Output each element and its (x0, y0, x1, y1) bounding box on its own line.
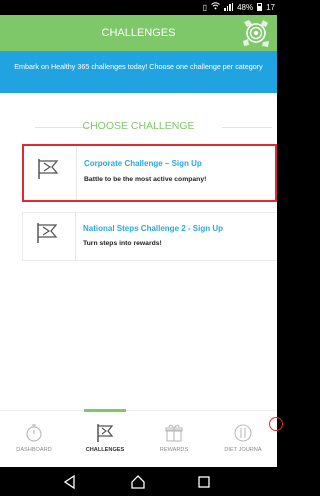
back-icon[interactable] (62, 474, 78, 490)
vibrate-icon: ▯ (202, 2, 208, 12)
battery-percent: 48% (237, 2, 254, 12)
challenge-card-corporate[interactable]: Corporate Challenge – Sign Up Battle to … (22, 144, 277, 202)
card-divider (76, 146, 77, 200)
home-icon[interactable] (130, 474, 146, 490)
card-divider (75, 213, 76, 260)
battery-icon (257, 3, 263, 11)
healthy-365-logo (241, 17, 271, 49)
tab-label: DASHBOARD (16, 447, 52, 453)
app-header: CHALLENGES (0, 15, 277, 51)
tab-label: DIET JOURNA (224, 447, 262, 453)
gift-icon (164, 423, 184, 443)
notification-badge (269, 417, 283, 431)
tab-challenges[interactable]: CHALLENGES (71, 411, 139, 468)
challenge-card-national-steps[interactable]: National Steps Challenge 2 - Sign Up Tur… (22, 212, 277, 261)
tab-rewards[interactable]: REWARDS (140, 411, 208, 468)
tab-label: CHALLENGES (85, 447, 125, 453)
challenge-name: Corporate Challenge – Sign Up (84, 159, 202, 168)
status-bar: ▯ 48% 17 (0, 0, 277, 15)
bottom-nav: DASHBOARD CHALLENGES REWARDS DIET JOURNA (0, 409, 283, 468)
flag-icon (37, 158, 61, 185)
diet-icon (233, 423, 253, 443)
stopwatch-icon (24, 423, 44, 443)
tab-diet-journal[interactable]: DIET JOURNA (209, 411, 277, 468)
clock: 17 (266, 2, 275, 12)
intro-banner: Embark on Healthy 365 challenges today! … (0, 51, 277, 93)
challenge-description: Battle to be the most active company! (84, 176, 207, 183)
signal-icon (224, 3, 234, 11)
status-icons: ▯ 48% 17 (203, 2, 275, 12)
recents-icon[interactable] (196, 474, 212, 490)
section-title: CHOOSE CHALLENGE (82, 120, 195, 132)
tab-dashboard[interactable]: DASHBOARD (0, 411, 68, 468)
page-title: CHALLENGES (101, 27, 176, 39)
wifi-icon (211, 2, 220, 12)
section-divider-right (222, 127, 272, 128)
flag-icon (95, 423, 115, 443)
challenge-name: National Steps Challenge 2 - Sign Up (83, 224, 224, 233)
tab-label: REWARDS (159, 447, 189, 453)
system-nav-bar (0, 467, 277, 496)
challenge-description: Turn steps into rewards! (83, 240, 162, 247)
flag-icon (36, 222, 60, 249)
